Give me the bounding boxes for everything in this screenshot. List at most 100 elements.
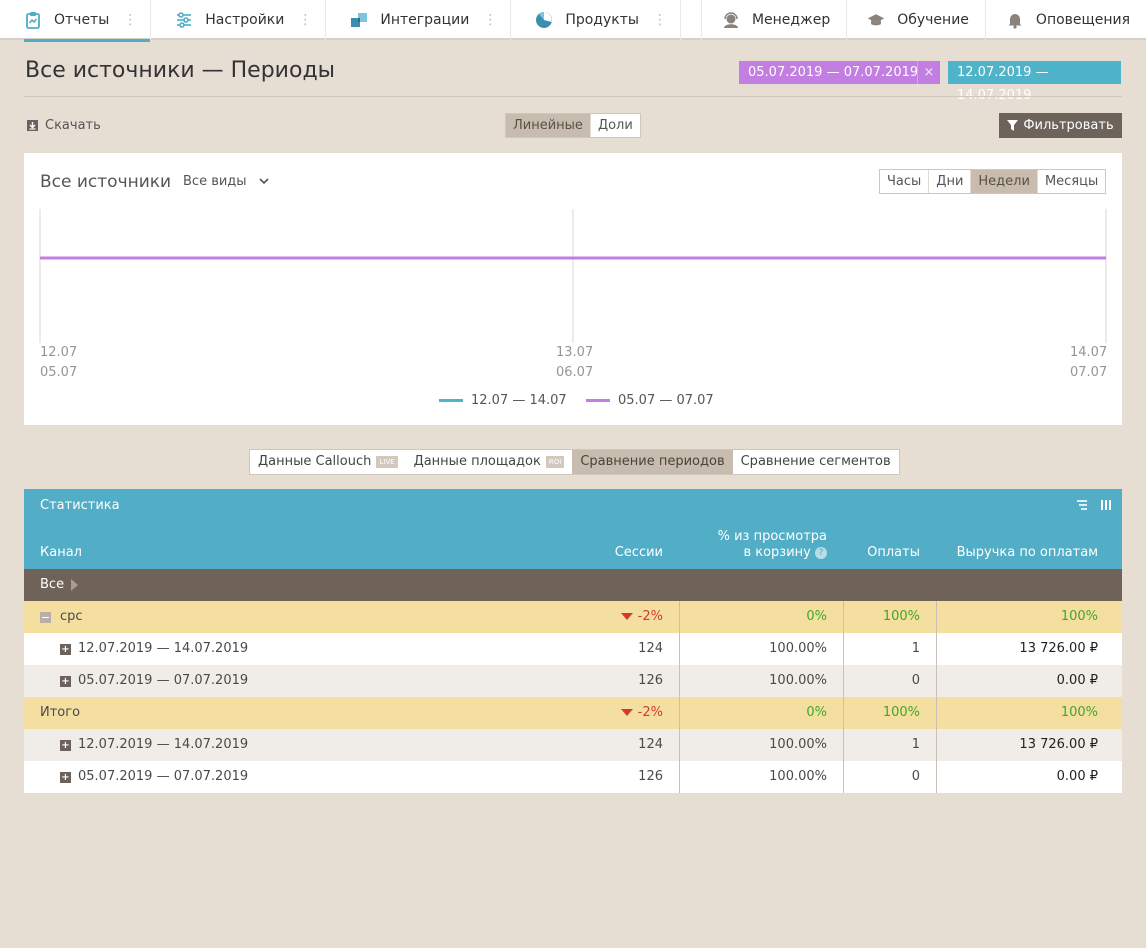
nav-item-reports[interactable]: Отчеты ⋮ — [0, 0, 152, 42]
column-divider — [936, 761, 937, 793]
top-nav: Отчеты ⋮ Настройки ⋮ Интеграции ⋮ Продук… — [0, 0, 1146, 42]
nav-item-integrations[interactable]: Интеграции ⋮ — [326, 0, 512, 40]
header-divider — [24, 96, 1122, 97]
legend-item[interactable]: 05.07 — 07.07 — [586, 393, 714, 408]
cell-cart-delta: 0% — [806, 609, 827, 624]
cell-revenue: 0.00 ₽ — [1056, 769, 1098, 784]
sort-icon[interactable] — [1076, 499, 1088, 511]
row-label: cpc — [40, 601, 83, 633]
cell-sessions-delta: -2% — [620, 697, 663, 729]
legend-label: 05.07 — 07.07 — [618, 393, 714, 408]
column-divider — [843, 729, 844, 761]
x-tick-label: 12.07 — [40, 345, 78, 360]
legend-label: 12.07 — 14.07 — [471, 393, 567, 408]
column-header-payments[interactable]: Оплаты — [867, 545, 920, 561]
more-icon[interactable]: ⋮ — [298, 13, 312, 27]
table-row[interactable]: +05.07.2019 — 07.07.2019 126 100.00% 0 0.00 … — [24, 665, 1122, 697]
column-divider — [843, 697, 844, 729]
nav-item-training[interactable]: Обучение — [846, 0, 985, 40]
nav-item-products[interactable]: Продукты ⋮ — [511, 0, 681, 40]
period-chip-label: 12.07.2019 — 14.07.2019 — [957, 65, 1049, 103]
column-divider — [936, 665, 937, 697]
table-title: Статистика — [40, 498, 120, 513]
download-label: Скачать — [45, 118, 101, 133]
column-header-channel[interactable]: Канал — [40, 545, 82, 561]
nav-item-manager[interactable]: Менеджер — [700, 0, 846, 40]
column-header-cart-rate[interactable]: % из просмотра в корзину ? — [687, 529, 827, 561]
table-row[interactable]: +05.07.2019 — 07.07.2019 126 100.00% 0 0.00 … — [24, 761, 1122, 793]
table-row-all[interactable]: Все — [24, 569, 1122, 601]
tab-period-comparison[interactable]: Сравнение периодов — [572, 450, 733, 474]
table-group-row[interactable]: Итого -2% 0% 100% 100% — [24, 697, 1122, 729]
column-divider — [679, 601, 680, 633]
column-header-cart-line2: в корзину ? — [687, 545, 827, 561]
sliders-icon — [175, 11, 193, 29]
tab-platform-data[interactable]: Данные площадок ROI — [406, 450, 573, 474]
nav-item-notifications[interactable]: Оповещения — [984, 0, 1146, 40]
more-icon[interactable]: ⋮ — [483, 13, 497, 27]
column-divider — [936, 601, 937, 633]
nav-right: Менеджер Обучение Оповещения — [700, 0, 1146, 40]
table-row[interactable]: +12.07.2019 — 14.07.2019 124 100.00% 1 13 72… — [24, 633, 1122, 665]
column-header-revenue[interactable]: Выручка по оплатам — [957, 545, 1098, 561]
nav-label: Отчеты — [54, 12, 110, 28]
cell-cart-rate: 100.00% — [769, 769, 827, 784]
table-group-row[interactable]: cpc -2% 0% 100% 100% — [24, 601, 1122, 633]
row-label: Все — [40, 569, 79, 601]
more-icon[interactable]: ⋮ — [653, 13, 667, 27]
expand-icon[interactable]: + — [60, 643, 71, 655]
cell-cart-rate: 100.00% — [769, 737, 827, 752]
row-label: Итого — [40, 705, 81, 720]
collapse-icon[interactable] — [40, 611, 51, 623]
column-divider — [679, 697, 680, 729]
period-chip-compare[interactable]: 05.07.2019 — 07.07.2019 × — [739, 61, 940, 84]
cell-sessions: 126 — [638, 769, 663, 784]
legend-swatch — [439, 399, 463, 402]
down-triangle-icon — [620, 709, 633, 716]
more-icon[interactable]: ⋮ — [123, 13, 137, 27]
x-tick-label-secondary: 07.07 — [1070, 365, 1108, 380]
down-triangle-icon — [620, 613, 633, 620]
roi-badge: ROI — [545, 456, 565, 468]
caret-right-icon — [71, 579, 79, 591]
cell-payments: 1 — [911, 737, 920, 752]
cell-payments: 0 — [911, 673, 920, 688]
bell-icon — [1006, 11, 1024, 29]
chart-type-share[interactable]: Доли — [591, 114, 640, 137]
tab-label: Данные Callouch — [258, 454, 372, 469]
nav-item-settings[interactable]: Настройки ⋮ — [151, 0, 327, 40]
chart-type-line[interactable]: Линейные — [506, 114, 591, 137]
help-icon[interactable]: ? — [815, 546, 827, 559]
expand-icon[interactable]: + — [60, 771, 71, 783]
tab-segment-comparison[interactable]: Сравнение сегментов — [733, 450, 899, 474]
nav-label: Оповещения — [1035, 12, 1130, 28]
column-divider — [936, 729, 937, 761]
expand-icon[interactable]: + — [60, 739, 71, 751]
download-icon — [27, 120, 38, 131]
tab-callouch-data[interactable]: Данные Callouch LIVE — [250, 450, 406, 474]
close-icon[interactable]: × — [917, 61, 940, 84]
column-divider — [843, 665, 844, 697]
columns-icon[interactable] — [1100, 499, 1112, 511]
column-header-sessions[interactable]: Сессии — [615, 545, 663, 561]
page-title: Все источники — Периоды — [25, 58, 336, 83]
cell-sessions: 126 — [638, 673, 663, 688]
filter-button[interactable]: Фильтровать — [999, 113, 1122, 138]
period-chip-label: 05.07.2019 — 07.07.2019 — [748, 65, 919, 80]
expand-icon[interactable]: + — [60, 675, 71, 687]
table-header: Статистика Канал Сессии % из просмотра в… — [24, 489, 1122, 569]
period-chip-main[interactable]: 12.07.2019 — 14.07.2019 — [948, 61, 1121, 103]
line-chart — [39, 209, 1107, 343]
cell-revenue: 13 726.00 ₽ — [1019, 641, 1098, 656]
legend-swatch — [586, 399, 610, 402]
filter-label: Фильтровать — [1023, 118, 1114, 133]
table-row[interactable]: +12.07.2019 — 14.07.2019 124 100.00% 1 13 72… — [24, 729, 1122, 761]
clipboard-icon — [24, 11, 42, 29]
cell-revenue-delta: 100% — [1060, 705, 1098, 720]
download-button[interactable]: Скачать — [27, 118, 101, 133]
legend-item[interactable]: 12.07 — 14.07 — [439, 393, 567, 408]
nav-label: Менеджер — [751, 12, 831, 28]
tab-label: Данные площадок — [413, 454, 541, 469]
filter-icon — [1007, 120, 1019, 131]
nav-label: Настройки — [205, 12, 285, 28]
